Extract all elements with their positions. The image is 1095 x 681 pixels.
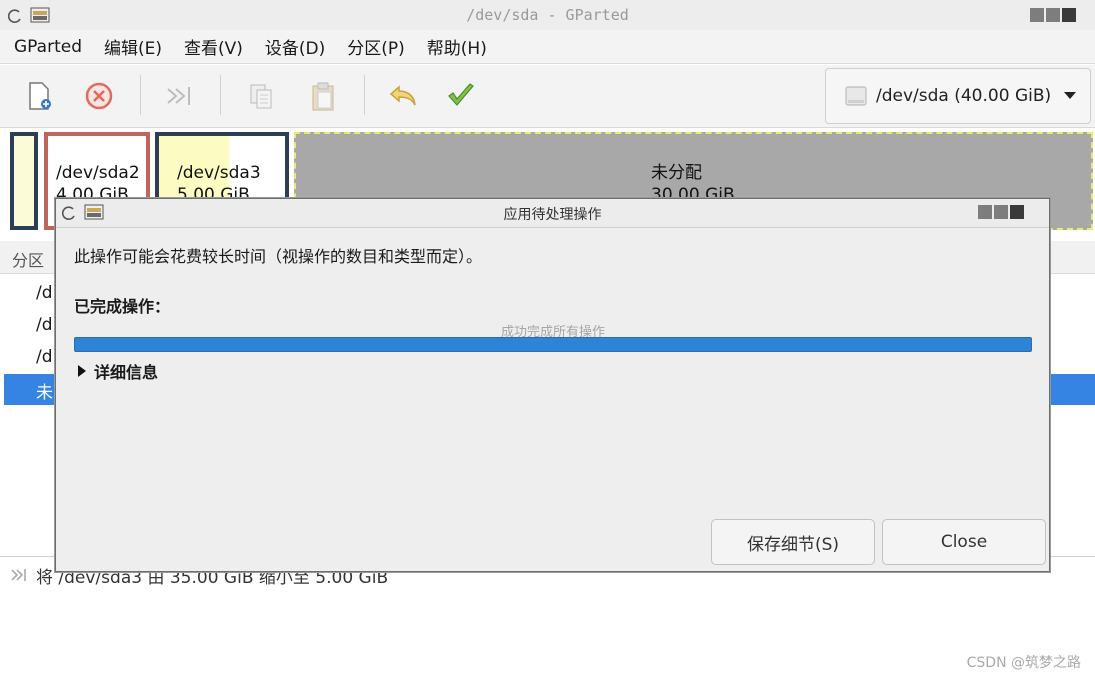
minimize-button[interactable] <box>1030 8 1044 22</box>
partition-name: /dev/sda3 <box>177 163 261 183</box>
dialog-title-bar: 应用待处理操作 <box>56 199 1049 228</box>
apply-operations-dialog: 应用待处理操作 此操作可能会花费较长时间（视操作的数目和类型而定）。 已完成操作… <box>55 198 1050 572</box>
undo-icon[interactable] <box>386 79 420 113</box>
menu-device[interactable]: 设备(D) <box>265 34 325 59</box>
minimize-button[interactable] <box>978 205 992 219</box>
hard-disk-icon <box>845 86 867 106</box>
apply-icon[interactable] <box>444 79 478 113</box>
details-expander[interactable]: 详细信息 <box>76 359 158 383</box>
dialog-window-controls[interactable] <box>978 205 1024 219</box>
watermark: CSDN @筑梦之路 <box>966 655 1081 671</box>
pending-operations-pane: 将 /dev/sda3 由 35.00 GiB 缩小至 5.00 GiB <box>0 556 1095 681</box>
maximize-button[interactable] <box>994 205 1008 219</box>
menu-view[interactable]: 查看(V) <box>184 34 243 59</box>
window-title: /dev/sda - GParted <box>466 6 629 24</box>
window-controls[interactable] <box>1030 8 1076 22</box>
save-details-button[interactable]: 保存细节(S) <box>711 519 875 565</box>
device-label: /dev/sda (40.00 GiB) <box>876 86 1052 106</box>
close-window-button[interactable] <box>1010 205 1024 219</box>
expander-arrow-icon <box>78 365 86 377</box>
completed-label: 已完成操作： <box>74 297 171 316</box>
menu-partition[interactable]: 分区(P) <box>347 34 405 59</box>
close-button[interactable]: Close <box>882 519 1046 565</box>
partition-name: 未分配 <box>651 163 702 183</box>
resize-move-icon[interactable] <box>162 79 196 113</box>
paste-icon[interactable] <box>306 79 340 113</box>
dialog-message: 此操作可能会花费较长时间（视操作的数目和类型而定）。 <box>74 247 483 266</box>
toolbar-separator <box>364 75 365 115</box>
menu-gparted[interactable]: GParted <box>14 37 82 57</box>
device-selector[interactable]: /dev/sda (40.00 GiB) <box>825 68 1091 124</box>
progress-bar <box>74 337 1032 352</box>
title-bar: /dev/sda - GParted <box>0 0 1095 31</box>
delete-icon[interactable] <box>82 79 116 113</box>
close-window-button[interactable] <box>1062 8 1076 22</box>
partition-block-sda1[interactable] <box>10 132 38 230</box>
resize-move-icon <box>11 569 26 581</box>
partition-name: /dev/sda2 <box>56 163 140 183</box>
new-partition-icon[interactable] <box>22 79 56 113</box>
copy-icon[interactable] <box>244 79 278 113</box>
dialog-title: 应用待处理操作 <box>503 207 602 223</box>
menu-help[interactable]: 帮助(H) <box>427 34 487 59</box>
menu-bar: GParted 编辑(E) 查看(V) 设备(D) 分区(P) 帮助(H) <box>0 30 1095 64</box>
chevron-down-icon <box>1064 92 1077 99</box>
toolbar-separator <box>220 75 221 115</box>
menu-edit[interactable]: 编辑(E) <box>104 34 162 59</box>
details-label: 详细信息 <box>94 363 159 382</box>
column-header-partition[interactable]: 分区 <box>12 247 44 271</box>
maximize-button[interactable] <box>1046 8 1060 22</box>
toolbar-separator <box>140 75 141 115</box>
